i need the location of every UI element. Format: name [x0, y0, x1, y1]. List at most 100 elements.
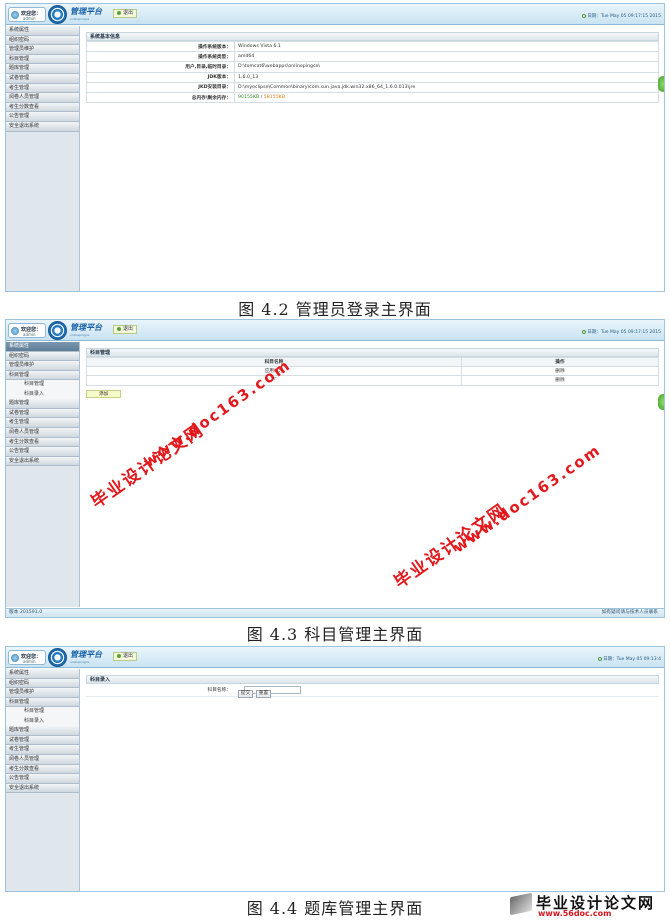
info-value: 1.6.0_13: [234, 71, 659, 83]
sidebar-item-password[interactable]: 组织密码: [6, 678, 79, 689]
welcome-box: 欢迎您： admin: [8, 323, 46, 338]
avatar-icon: [11, 327, 19, 335]
sidebar-item-questions[interactable]: 题库管理: [6, 399, 79, 409]
exit-button[interactable]: 退出: [113, 325, 138, 334]
logo-title: 管理平台: [70, 650, 102, 659]
side-tab-icon[interactable]: [658, 394, 664, 410]
sidebar-item-graders[interactable]: 阅卷人员管理: [6, 427, 79, 438]
table-row: JKD安装目录： D:\myeclipse\Common\binary\com.s…: [86, 81, 659, 93]
table-row: 应用人才 删除: [86, 366, 660, 377]
table-row: 总内存\剩余内存： 90155KB / 58155KB: [86, 91, 659, 104]
date-display: 日期：Tue May 05 09:17:15 2015: [582, 13, 661, 19]
sidebar-item-students[interactable]: 考生管理: [6, 83, 79, 94]
exit-label: 退出: [123, 10, 134, 16]
memory-separator: /: [260, 95, 263, 101]
clock-icon: [582, 329, 587, 334]
sidebar-item-papers[interactable]: 试卷管理: [6, 408, 79, 419]
sidebar-subitem-subject-manage[interactable]: 科目管理: [6, 380, 79, 390]
side-tab-icon[interactable]: [658, 76, 664, 92]
memory-free: 58155KB: [263, 95, 285, 101]
sidebar-item-notices[interactable]: 公告管理: [6, 112, 79, 122]
figure-caption: 图 4.3 科目管理主界面: [246, 625, 424, 644]
sidebar-item-papers[interactable]: 试卷管理: [6, 735, 79, 746]
username: admin: [23, 332, 36, 337]
sidebar-item-subjects[interactable]: 科目管理: [6, 697, 79, 708]
sidebar-item-scores[interactable]: 考生分数查看: [6, 102, 79, 113]
username: admin: [23, 659, 36, 664]
sidebar-item-admins[interactable]: 管理员维护: [6, 361, 79, 371]
sidebar-item-admins[interactable]: 管理员维护: [6, 688, 79, 698]
sidebar-item-logout[interactable]: 安全退出系统: [6, 121, 79, 132]
info-key: 操作系统版本：: [86, 40, 235, 53]
sidebar-item-scores[interactable]: 考生分数查看: [6, 437, 79, 448]
figure-caption: 图 4.2 管理员登录主界面: [238, 300, 432, 319]
date-text: 日期：Tue May 05 09:17:15 2015: [587, 330, 661, 335]
sidebar-subitem-subject-entry[interactable]: 科目录入: [6, 716, 79, 727]
screenshot-admin-main: 欢迎您： admin 管理平台 onlinepingce 退出 日期：Tue M…: [5, 3, 665, 292]
sidebar: 系统属性 组织密码 管理员维护 科目管理 科目管理 科目录入 题库管理 试卷管理…: [6, 342, 80, 607]
book-icon: [510, 892, 532, 916]
sidebar-item-notices[interactable]: 公告管理: [6, 774, 79, 784]
main-content: 系统基本信息 操作系统版本： Windows Vista 6.1 操作系统类型： a…: [86, 32, 659, 104]
logo-subtitle: onlinepingce: [70, 333, 90, 337]
sidebar-item-logout[interactable]: 安全退出系统: [6, 456, 79, 467]
sidebar-subitem-subject-manage[interactable]: 科目管理: [6, 707, 79, 717]
sidebar-item-students[interactable]: 考生管理: [6, 745, 79, 755]
sidebar-item-admins[interactable]: 管理员维护: [6, 45, 79, 55]
avatar-icon: [11, 654, 19, 662]
exit-label: 退出: [123, 326, 134, 332]
sidebar-item-questions[interactable]: 题库管理: [6, 64, 79, 74]
sidebar-item-subjects[interactable]: 科目管理: [6, 370, 79, 381]
status-bar: 版本 201591.0 如有疑问请与技术人员联系: [6, 608, 664, 617]
subject-table: 科目名称 操作 应用人才 删除 「删除: [86, 356, 660, 386]
avatar-icon: [11, 11, 19, 19]
submit-button[interactable]: 提交: [238, 690, 253, 698]
add-button[interactable]: 添加: [86, 389, 121, 398]
reset-button[interactable]: 重置: [256, 690, 271, 698]
logo-icon: [48, 321, 67, 340]
date-text: 日期：Tue May 05 09:17:15 2015: [587, 14, 661, 19]
exit-button[interactable]: 退出: [113, 9, 138, 18]
sidebar: 系统属性 组织密码 管理员维护 科目管理 题库管理 试卷管理 考生管理 阅卷人员…: [6, 26, 80, 291]
sidebar-item-password[interactable]: 组织密码: [6, 351, 79, 362]
exit-icon: [117, 10, 121, 15]
logo-subtitle: onlinepingce: [70, 660, 90, 664]
sidebar-item-system[interactable]: 系统属性: [6, 669, 79, 679]
delete-link[interactable]: 删除: [460, 366, 660, 377]
sidebar-item-system[interactable]: 系统属性: [6, 26, 79, 36]
sidebar-item-graders[interactable]: 阅卷人员管理: [6, 754, 79, 765]
username: admin: [23, 16, 36, 21]
table-row: 用户,目录,临时目录： D:\tomcat6\webapps\onlineping…: [86, 61, 659, 73]
sidebar-item-subjects[interactable]: 科目管理: [6, 54, 79, 65]
logo-icon: [48, 5, 67, 24]
version-text: 版本 201591.0: [9, 610, 43, 615]
table-row: 操作系统类型： amd64: [86, 51, 659, 63]
top-bar: 欢迎您： admin 管理平台 onlinepingce 退出 日期：Tue M…: [6, 4, 664, 25]
welcome-box: 欢迎您： admin: [8, 650, 46, 665]
date-display: 日期：Tue May 05 09:13:4: [598, 656, 661, 662]
date-display: 日期：Tue May 05 09:17:15 2015: [582, 329, 661, 335]
site-logo: 毕业设计论文网 www.56doc.com: [510, 892, 665, 920]
table-header: 科目名称 操作: [86, 356, 660, 368]
info-key: 总内存\剩余内存：: [86, 91, 235, 104]
exit-button[interactable]: 退出: [113, 652, 138, 661]
panel-title: 科目录入: [86, 675, 659, 684]
sidebar-item-system[interactable]: 系统属性: [6, 342, 79, 352]
sidebar-item-students[interactable]: 考生管理: [6, 418, 79, 428]
clock-icon: [582, 13, 587, 18]
sidebar-item-papers[interactable]: 试卷管理: [6, 73, 79, 84]
sidebar-item-questions[interactable]: 题库管理: [6, 726, 79, 736]
sidebar-item-notices[interactable]: 公告管理: [6, 447, 79, 457]
exit-icon: [117, 326, 121, 331]
table-row: JDK版本： 1.6.0_13: [86, 71, 659, 83]
sidebar-item-password[interactable]: 组织密码: [6, 35, 79, 46]
sidebar-subitem-subject-entry[interactable]: 科目录入: [6, 389, 79, 400]
delete-link[interactable]: 删除: [460, 375, 660, 386]
sidebar-item-graders[interactable]: 阅卷人员管理: [6, 93, 79, 103]
sidebar-item-scores[interactable]: 考生分数查看: [6, 764, 79, 775]
sidebar-item-logout[interactable]: 安全退出系统: [6, 783, 79, 794]
info-value: D:\tomcat6\webapps\onlinepingce\: [234, 61, 659, 73]
date-text: 日期：Tue May 05 09:13:4: [603, 657, 661, 662]
info-key: 用户,目录,临时目录：: [86, 61, 235, 73]
top-bar: 欢迎您： admin 管理平台 onlinepingce 退出 日期：Tue M…: [6, 647, 664, 668]
